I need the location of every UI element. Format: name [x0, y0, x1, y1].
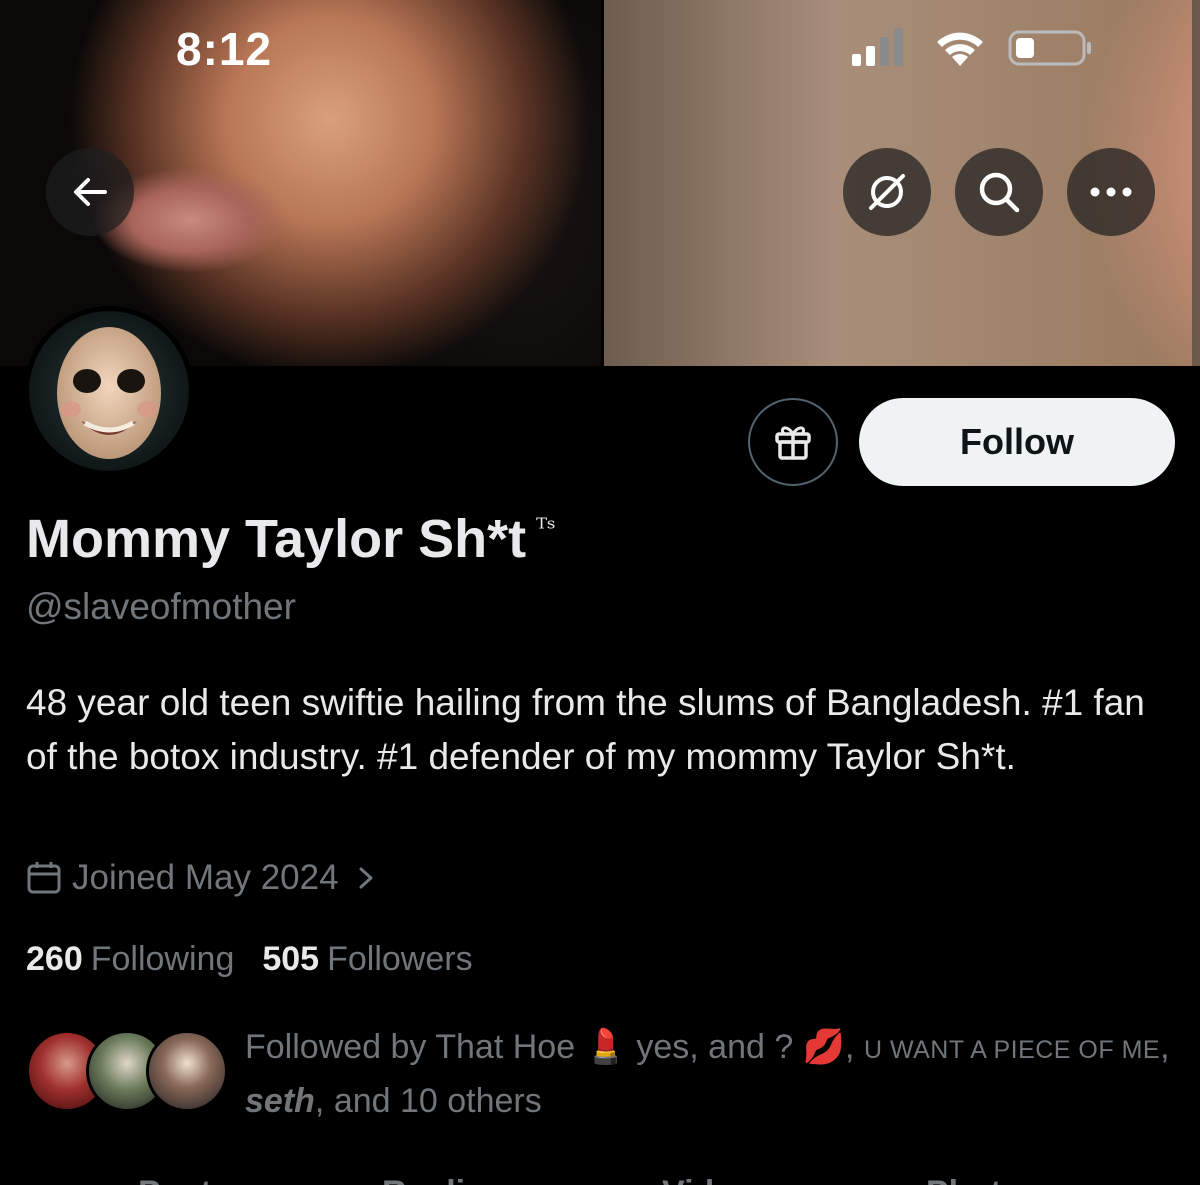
- chevron-right-icon: [359, 867, 373, 889]
- followed-name-3: seth: [245, 1082, 315, 1120]
- search-button[interactable]: [955, 148, 1043, 236]
- gift-button[interactable]: [748, 398, 838, 486]
- more-button[interactable]: [1067, 148, 1155, 236]
- calendar-icon: [27, 862, 61, 894]
- followed-by-avatars: [26, 1030, 228, 1114]
- grok-icon: [869, 174, 905, 210]
- followed-part-4: ,: [1160, 1028, 1170, 1066]
- followers-label: Followers: [327, 940, 473, 978]
- mask-avatar-image: [29, 311, 189, 471]
- tab-posts[interactable]: Posts: [138, 1174, 231, 1185]
- joined-date[interactable]: Joined May 2024: [26, 858, 391, 898]
- follow-stats: 260 Following 505 Followers: [26, 940, 501, 979]
- followed-by-text: Followed by That Hoe 💄 yes, and ? 💋, U W…: [245, 1022, 1185, 1127]
- wifi-icon: [937, 32, 983, 66]
- gift-icon: [775, 426, 811, 460]
- followed-caps-name: U WANT A PIECE OF ME: [863, 1036, 1161, 1064]
- display-name: Mommy Taylor Sh*t ᵀˢ: [26, 508, 556, 570]
- search-icon: [979, 172, 1020, 213]
- name-suffix: ᵀˢ: [536, 514, 556, 544]
- back-button[interactable]: [46, 148, 134, 236]
- grok-button[interactable]: [843, 148, 931, 236]
- followed-suffix: , and 10 others: [314, 1082, 542, 1120]
- followed-part-3: ,: [845, 1028, 864, 1066]
- status-time: 8:12: [176, 23, 273, 75]
- following-count: 260: [26, 940, 83, 978]
- follower-avatar: [146, 1030, 228, 1112]
- tab-replies[interactable]: Replies: [382, 1174, 503, 1185]
- joined-text: Joined May 2024: [72, 858, 339, 897]
- tab-photos[interactable]: Photos: [926, 1174, 1041, 1185]
- following-label: Following: [90, 940, 235, 978]
- status-icons: [852, 28, 1092, 68]
- avatar[interactable]: [24, 306, 194, 476]
- followed-by[interactable]: Followed by That Hoe 💄 yes, and ? 💋, U W…: [26, 1022, 1186, 1142]
- followers-stat[interactable]: 505 Followers: [262, 940, 472, 979]
- profile-tabs: Posts Replies Videos Photos: [0, 1168, 1200, 1185]
- follow-button[interactable]: Follow: [859, 398, 1175, 486]
- kiss-emoji: 💋: [802, 1028, 846, 1066]
- lipstick-emoji: 💄: [584, 1028, 627, 1066]
- battery-icon: [1008, 30, 1091, 66]
- arrow-left-icon: [74, 178, 107, 206]
- tab-videos[interactable]: Videos: [662, 1174, 773, 1185]
- bio: 48 year old teen swiftie hailing from th…: [26, 682, 1145, 777]
- more-horizontal-icon: [1090, 187, 1132, 197]
- cellular-signal-icon: [852, 28, 903, 66]
- display-name-text: Mommy Taylor Sh*t: [26, 509, 527, 569]
- handle: @slaveofmother: [26, 586, 296, 627]
- following-stat[interactable]: 260 Following: [26, 940, 234, 979]
- followed-prefix: Followed by That Hoe: [245, 1028, 576, 1066]
- followed-part-2: yes, and ?: [626, 1028, 803, 1066]
- followers-count: 505: [262, 940, 320, 978]
